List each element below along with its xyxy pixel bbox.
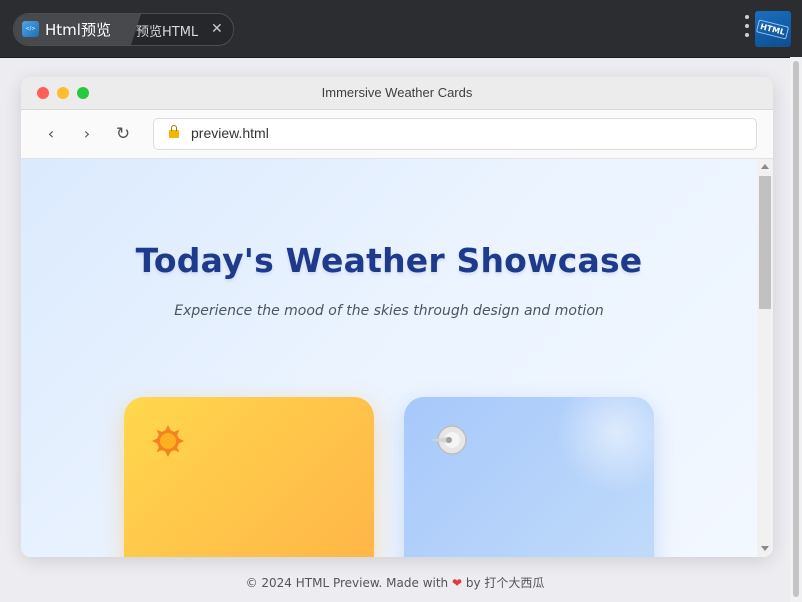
url-text: preview.html: [191, 125, 269, 141]
more-menu-icon[interactable]: [742, 15, 752, 41]
sun-icon: [152, 425, 184, 457]
browser-window: Immersive Weather Cards ‹ › ↻ preview.ht…: [21, 77, 773, 557]
window-title: Immersive Weather Cards: [321, 85, 473, 100]
footer-prefix: © 2024 HTML Preview. Made with: [245, 576, 449, 590]
tab-group: </> Html预览 预览HTML ✕: [13, 13, 234, 46]
browser-navbar: ‹ › ↻ preview.html: [21, 110, 773, 159]
page-subtitle: Experience the mood of the skies through…: [174, 303, 604, 319]
scrollbar-thumb[interactable]: [793, 61, 799, 597]
forward-button[interactable]: ›: [77, 124, 97, 144]
app-topbar: </> Html预览 预览HTML ✕ HTML: [0, 0, 802, 58]
scroll-down-icon[interactable]: [761, 546, 769, 551]
address-bar[interactable]: preview.html: [153, 118, 757, 150]
lock-icon: [169, 125, 179, 138]
page-footer: © 2024 HTML Preview. Made with ❤ by 打个大西…: [0, 574, 790, 591]
html-file-icon: </>: [22, 21, 39, 37]
page-title: Today's Weather Showcase: [135, 241, 643, 280]
scrollbar-thumb[interactable]: [759, 176, 771, 309]
close-icon[interactable]: ✕: [211, 20, 225, 38]
window-titlebar: Immersive Weather Cards: [21, 77, 773, 110]
reload-button[interactable]: ↻: [113, 124, 133, 144]
html-logo: HTML: [755, 11, 791, 47]
wind-icon: [430, 425, 467, 455]
tab-html-preview[interactable]: </> Html预览: [14, 14, 130, 45]
weather-card-windy[interactable]: [404, 397, 654, 557]
page-scrollbar[interactable]: [757, 159, 773, 557]
weather-card-sunny[interactable]: [124, 397, 374, 557]
heart-icon: ❤: [451, 576, 463, 590]
outer-scrollbar[interactable]: [790, 57, 802, 602]
page-viewport: Today's Weather Showcase Experience the …: [21, 159, 757, 557]
back-button[interactable]: ‹: [41, 124, 61, 144]
footer-suffix: by 打个大西瓜: [465, 576, 545, 590]
tab-preview-html[interactable]: 预览HTML: [136, 21, 198, 40]
scroll-up-icon[interactable]: [761, 164, 769, 169]
tab-label: Html预览: [45, 21, 111, 39]
